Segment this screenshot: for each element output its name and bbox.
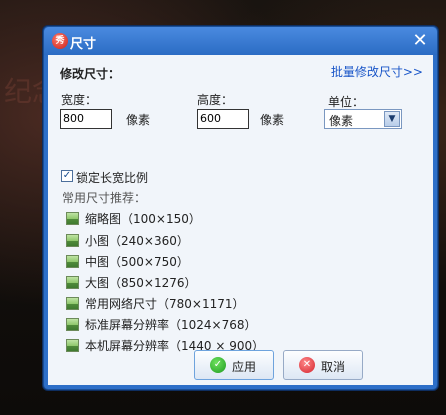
picture-icon — [66, 276, 79, 289]
close-button[interactable]: ✕ — [409, 30, 431, 52]
picture-icon — [66, 212, 79, 225]
height-label: 高度： — [197, 93, 234, 107]
x-circle-icon: ✕ — [299, 357, 315, 373]
width-input[interactable] — [60, 109, 112, 129]
picture-icon — [66, 255, 79, 268]
batch-resize-link[interactable]: 批量修改尺寸>> — [331, 63, 423, 80]
lock-ratio-checkbox[interactable]: ✓ — [61, 170, 73, 182]
width-label: 宽度： — [61, 93, 98, 107]
dialog-titlebar[interactable]: 秀 尺寸 ✕ — [44, 27, 437, 55]
check-circle-icon: ✓ — [210, 357, 226, 373]
apply-button[interactable]: ✓ 应用 — [194, 350, 274, 380]
preset-label[interactable]: 标准屏幕分辨率（1024×768） — [85, 316, 257, 333]
picture-icon — [66, 318, 79, 331]
height-input[interactable] — [197, 109, 249, 129]
width-unit: 像素 — [126, 113, 151, 127]
apply-button-label[interactable]: 应用 — [232, 358, 256, 375]
picture-icon — [66, 297, 79, 310]
picture-icon — [66, 234, 79, 247]
preset-label[interactable]: 常用网络尺寸（780×1171） — [85, 295, 245, 312]
preset-label[interactable]: 大图（850×1276） — [85, 274, 197, 291]
unit-select-value: 像素 — [329, 114, 354, 128]
xiu-logo-icon: 秀 — [52, 33, 68, 49]
cancel-button[interactable]: ✕ 取消 — [283, 350, 363, 380]
dialog-title: 尺寸 — [70, 37, 97, 52]
section-title: 修改尺寸： — [60, 67, 121, 81]
height-unit: 像素 — [260, 113, 285, 127]
chevron-down-icon[interactable]: ▼ — [384, 111, 400, 127]
preset-label[interactable]: 缩略图（100×150） — [85, 210, 201, 227]
lock-ratio-label[interactable]: 锁定长宽比例 — [76, 169, 148, 186]
unit-label: 单位： — [328, 95, 365, 109]
resize-dialog: 秀 尺寸 ✕ 修改尺寸： 批量修改尺寸>> 宽度： 像素 高度： 像素 单位： … — [43, 26, 438, 390]
picture-icon — [66, 339, 79, 352]
cancel-button-label[interactable]: 取消 — [321, 358, 345, 375]
dialog-content: 修改尺寸： 批量修改尺寸>> 宽度： 像素 高度： 像素 单位： 像素 ▼ ✓ … — [48, 55, 433, 385]
preset-label[interactable]: 中图（500×750） — [85, 253, 189, 270]
unit-select[interactable]: 像素 ▼ — [324, 109, 402, 129]
preset-label[interactable]: 小图（240×360） — [85, 232, 189, 249]
presets-title: 常用尺寸推荐： — [62, 191, 147, 205]
